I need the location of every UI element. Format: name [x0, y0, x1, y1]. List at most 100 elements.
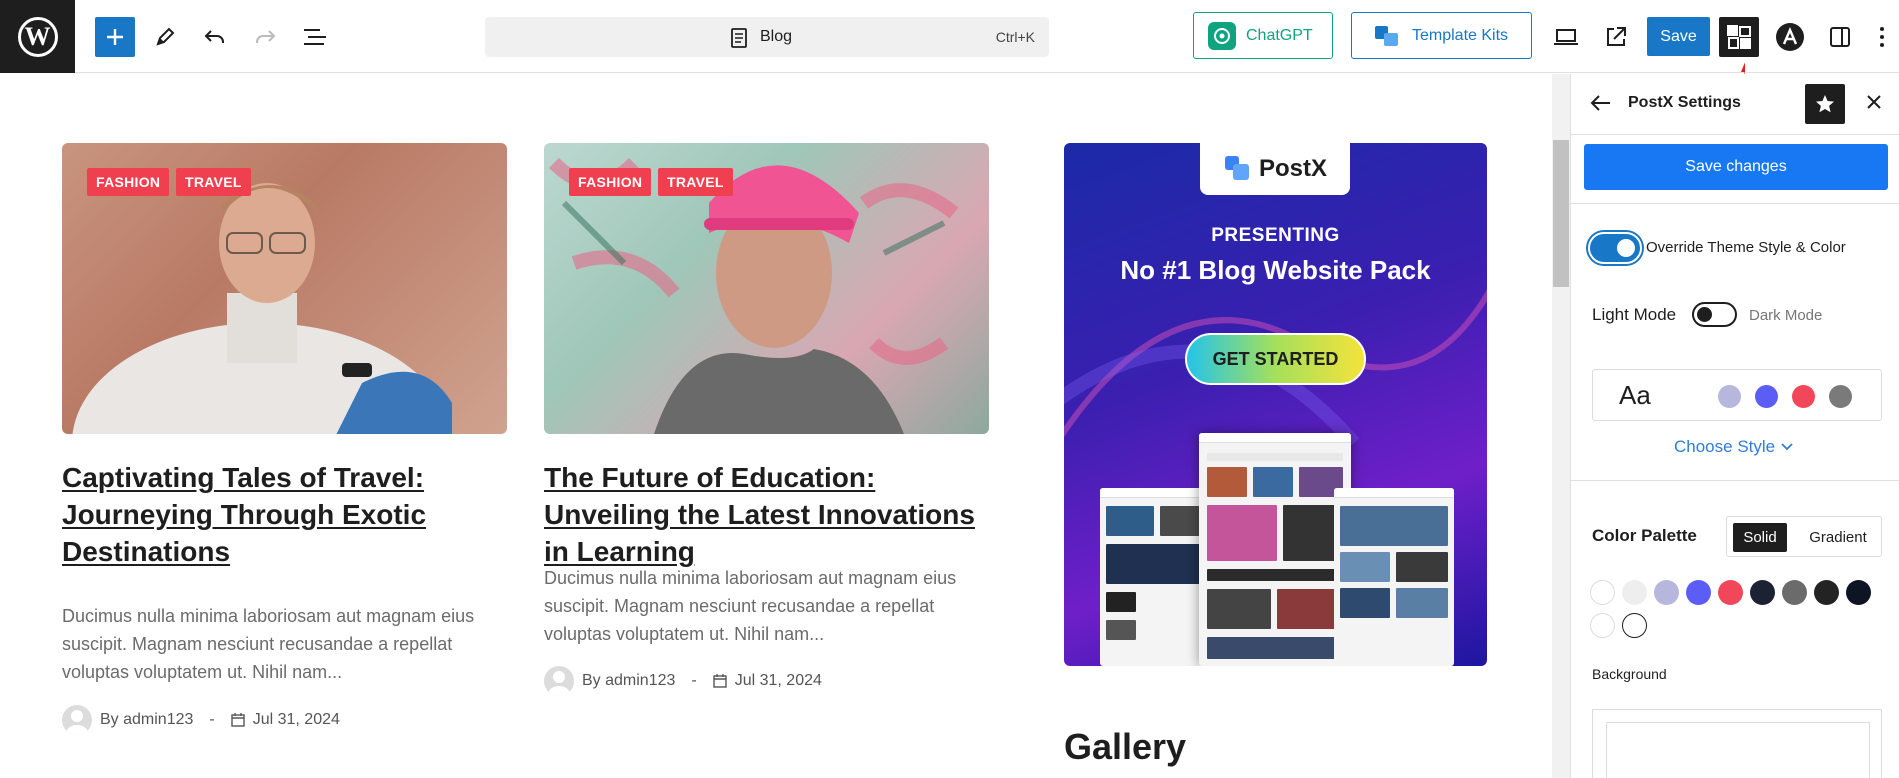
- light-mode-label: Light Mode: [1592, 305, 1677, 324]
- post-1-image[interactable]: FASHION TRAVEL: [62, 143, 507, 434]
- scrollbar-thumb[interactable]: [1553, 140, 1569, 287]
- gradient-option[interactable]: Gradient: [1803, 523, 1873, 552]
- background-label: Background: [1592, 666, 1667, 682]
- postx-icon: [1727, 25, 1751, 49]
- panel-title: PostX Settings: [1628, 94, 1741, 111]
- command-palette-bar[interactable]: Blog Ctrl+K: [485, 17, 1049, 57]
- palette-swatch-1[interactable]: [1590, 580, 1615, 605]
- post-2-tag-fashion[interactable]: FASHION: [569, 168, 652, 196]
- postx-settings-button[interactable]: [1719, 17, 1759, 57]
- redo-button[interactable]: [245, 17, 285, 57]
- redo-icon: [256, 30, 276, 43]
- palette-swatch-7[interactable]: [1782, 580, 1807, 605]
- user-icon: [548, 671, 570, 696]
- save-changes-button[interactable]: Save changes: [1584, 144, 1888, 190]
- post-1-date: Jul 31, 2024: [252, 711, 340, 728]
- tools-button[interactable]: [145, 17, 185, 57]
- preview-button[interactable]: [1546, 17, 1586, 57]
- post-2-date: Jul 31, 2024: [734, 672, 822, 689]
- choose-style-label: Choose Style: [1674, 437, 1776, 456]
- favorite-button[interactable]: [1805, 84, 1845, 124]
- palette-swatch-5[interactable]: [1718, 580, 1743, 605]
- palette-swatch-2[interactable]: [1622, 580, 1647, 605]
- keyboard-shortcut: Ctrl+K: [995, 29, 1035, 45]
- palette-swatch-10[interactable]: [1590, 613, 1615, 638]
- postx-promo-banner[interactable]: PostX PRESENTING No #1 Blog Website Pack…: [1064, 143, 1487, 666]
- palette-swatch-11[interactable]: [1622, 613, 1647, 638]
- post-1-author[interactable]: By admin123: [100, 711, 193, 729]
- pencil-icon: [156, 27, 175, 46]
- template-kits-label: Template Kits: [1412, 26, 1509, 44]
- palette-type-switch: Solid Gradient: [1726, 516, 1882, 557]
- post-2-author[interactable]: By admin123: [582, 672, 675, 690]
- undo-button[interactable]: [195, 17, 235, 57]
- palette-swatch-6[interactable]: [1750, 580, 1775, 605]
- post-1-meta: By admin123 - Jul 31, 2024: [62, 705, 340, 735]
- meta-separator: -: [691, 672, 697, 689]
- background-picker[interactable]: [1606, 722, 1870, 778]
- author-avatar[interactable]: [544, 666, 574, 696]
- post-2-tag-travel[interactable]: TRAVEL: [658, 168, 733, 196]
- options-button[interactable]: [1870, 17, 1894, 57]
- banner-headline: No #1 Blog Website Pack: [1120, 255, 1431, 285]
- post-2-image[interactable]: FASHION TRAVEL: [544, 143, 989, 434]
- preview-color-2: [1755, 385, 1778, 408]
- meta-separator: -: [209, 711, 215, 728]
- post-1-tag-travel[interactable]: TRAVEL: [176, 168, 251, 196]
- template-preview-right: [1334, 488, 1454, 666]
- author-avatar[interactable]: [62, 705, 92, 735]
- wordpress-icon: W: [17, 16, 58, 57]
- style-preview-box[interactable]: Aa: [1592, 369, 1882, 421]
- postx-logo-text: PostX: [1258, 155, 1327, 182]
- star-icon: [1816, 95, 1834, 113]
- settings-sidebar-button[interactable]: [1820, 17, 1860, 57]
- template-kits-button[interactable]: Template Kits: [1351, 12, 1532, 59]
- post-1-title[interactable]: Captivating Tales of Travel: Journeying …: [62, 459, 482, 570]
- chevron-down-icon: [1781, 443, 1793, 451]
- template-kits-icon: [1375, 25, 1398, 46]
- wordpress-logo-button[interactable]: W: [0, 0, 75, 73]
- editor-toolbar: W Blog Ctrl+K ChatGPT Template Kits Save: [0, 0, 1899, 73]
- template-preview-center: [1199, 433, 1351, 666]
- palette-swatch-3[interactable]: [1654, 580, 1679, 605]
- choose-style-button[interactable]: Choose Style: [1674, 437, 1793, 457]
- dark-mode-toggle[interactable]: [1692, 302, 1737, 327]
- document-overview-button[interactable]: [295, 17, 335, 57]
- gallery-heading: Gallery: [1064, 726, 1187, 767]
- background-control: [1592, 709, 1882, 778]
- view-post-button[interactable]: [1596, 17, 1636, 57]
- laptop-icon: [1554, 29, 1578, 45]
- postx-logo-icon: [1224, 156, 1249, 180]
- palette-swatch-4[interactable]: [1686, 580, 1711, 605]
- override-theme-label: Override Theme Style & Color: [1646, 239, 1846, 256]
- add-block-button[interactable]: [95, 17, 135, 57]
- post-1-tag-fashion[interactable]: FASHION: [87, 168, 170, 196]
- color-palette-label: Color Palette: [1592, 526, 1697, 545]
- close-icon[interactable]: [1864, 92, 1884, 112]
- section-divider: [1571, 480, 1899, 481]
- astra-button[interactable]: [1770, 17, 1810, 57]
- post-1-excerpt: Ducimus nulla minima laboriosam aut magn…: [62, 606, 475, 682]
- typography-sample: Aa: [1619, 380, 1651, 410]
- document-title: Blog: [760, 28, 793, 45]
- back-arrow-icon[interactable]: [1590, 92, 1612, 114]
- override-theme-toggle[interactable]: [1588, 232, 1642, 264]
- external-link-icon: [1607, 27, 1626, 46]
- save-button[interactable]: Save: [1647, 17, 1710, 56]
- post-2-title[interactable]: The Future of Education: Unveiling the L…: [544, 459, 984, 570]
- preview-color-1: [1718, 385, 1741, 408]
- plus-icon: [107, 29, 123, 45]
- dark-mode-label: Dark Mode: [1749, 307, 1823, 324]
- chatgpt-icon: [1208, 21, 1236, 50]
- palette-swatch-9[interactable]: [1846, 580, 1871, 605]
- postx-logo: PostX: [1200, 143, 1350, 195]
- header-divider: [1571, 134, 1899, 135]
- get-started-button[interactable]: GET STARTED: [1185, 333, 1366, 385]
- undo-icon: [204, 30, 224, 43]
- more-vertical-icon: [1880, 27, 1884, 47]
- chatgpt-button[interactable]: ChatGPT: [1193, 12, 1333, 59]
- sidebar-icon: [1830, 27, 1850, 47]
- post-2-meta: By admin123 - Jul 31, 2024: [544, 666, 822, 696]
- solid-option[interactable]: Solid: [1733, 523, 1787, 552]
- palette-swatch-8[interactable]: [1814, 580, 1839, 605]
